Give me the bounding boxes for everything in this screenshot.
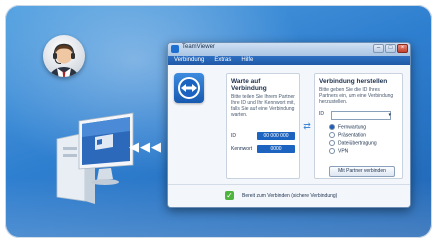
id-value: 00 000 000 [257,132,295,140]
password-row: Kennwort 0000 [231,145,295,153]
radio-selected-icon [329,124,335,130]
window-title: TeamViewer [182,44,215,50]
swap-arrows-icon: ⇄ [303,121,311,131]
connect-panel-heading: Verbindung herstellen [319,78,388,85]
check-icon: ✓ [225,191,234,200]
radio-praesentation[interactable]: Präsentation [329,132,366,138]
connection-arrows: ◀◀◀ [129,139,162,154]
partner-id-label: ID [319,111,324,117]
radio-label: VPN [338,148,349,155]
password-value: 0000 [257,145,295,153]
radio-dateiuebertragung[interactable]: Dateiübertragung [329,140,377,146]
menu-hilfe[interactable]: Hilfe [241,56,253,65]
id-label: ID [231,133,236,139]
wait-panel-heading: Warte auf Verbindung [231,78,267,92]
radio-icon [329,148,335,154]
radio-label: Dateiübertragung [338,140,377,147]
support-agent-avatar [43,35,85,77]
menu-extras[interactable]: Extras [214,56,231,65]
teamviewer-logo-icon [174,73,204,103]
minimize-button[interactable]: – [373,44,384,53]
window-body: Warte auf Verbindung Bitte teilen Sie Ih… [168,65,410,207]
radio-fernwartung[interactable]: Fernwartung [329,124,366,130]
status-bar: ✓ Bereit zum Verbinden (sichere Verbindu… [168,184,410,207]
app-icon [171,45,179,53]
maximize-button[interactable]: □ [385,44,396,53]
radio-icon [329,132,335,138]
id-row: ID 00 000 000 [231,132,295,140]
radio-label: Fernwartung [338,124,367,131]
teamviewer-window: TeamViewer – □ × Verbindung Extras Hilfe… [167,42,411,208]
connect-panel-text: Bitte geben Sie die ID Ihres Partners ei… [319,87,394,105]
password-label: Kennwort [231,146,253,152]
radio-label: Präsentation [338,132,367,139]
menu-bar: Verbindung Extras Hilfe [168,56,410,65]
window-titlebar[interactable]: TeamViewer – □ × [168,43,410,56]
connect-to-partner-button[interactable]: Mit Partner verbinden [329,166,395,177]
chevron-down-icon[interactable]: ▾ [388,111,391,119]
partner-id-input[interactable] [331,111,391,120]
partner-id-row: ID ▾ [319,111,397,120]
radio-vpn[interactable]: VPN [329,148,348,154]
menu-verbindung[interactable]: Verbindung [174,56,204,65]
wait-for-connection-panel: Warte auf Verbindung Bitte teilen Sie Ih… [226,73,300,179]
radio-icon [329,140,335,146]
status-text: Bereit zum Verbinden (sichere Verbindung… [242,193,338,199]
establish-connection-panel: Verbindung herstellen Bitte geben Sie di… [314,73,403,179]
close-button[interactable]: × [397,44,408,53]
headset-person-icon [49,43,79,77]
wait-panel-text: Bitte teilen Sie Ihrem Partner Ihre ID u… [231,94,295,118]
computer-illustration [51,109,147,209]
